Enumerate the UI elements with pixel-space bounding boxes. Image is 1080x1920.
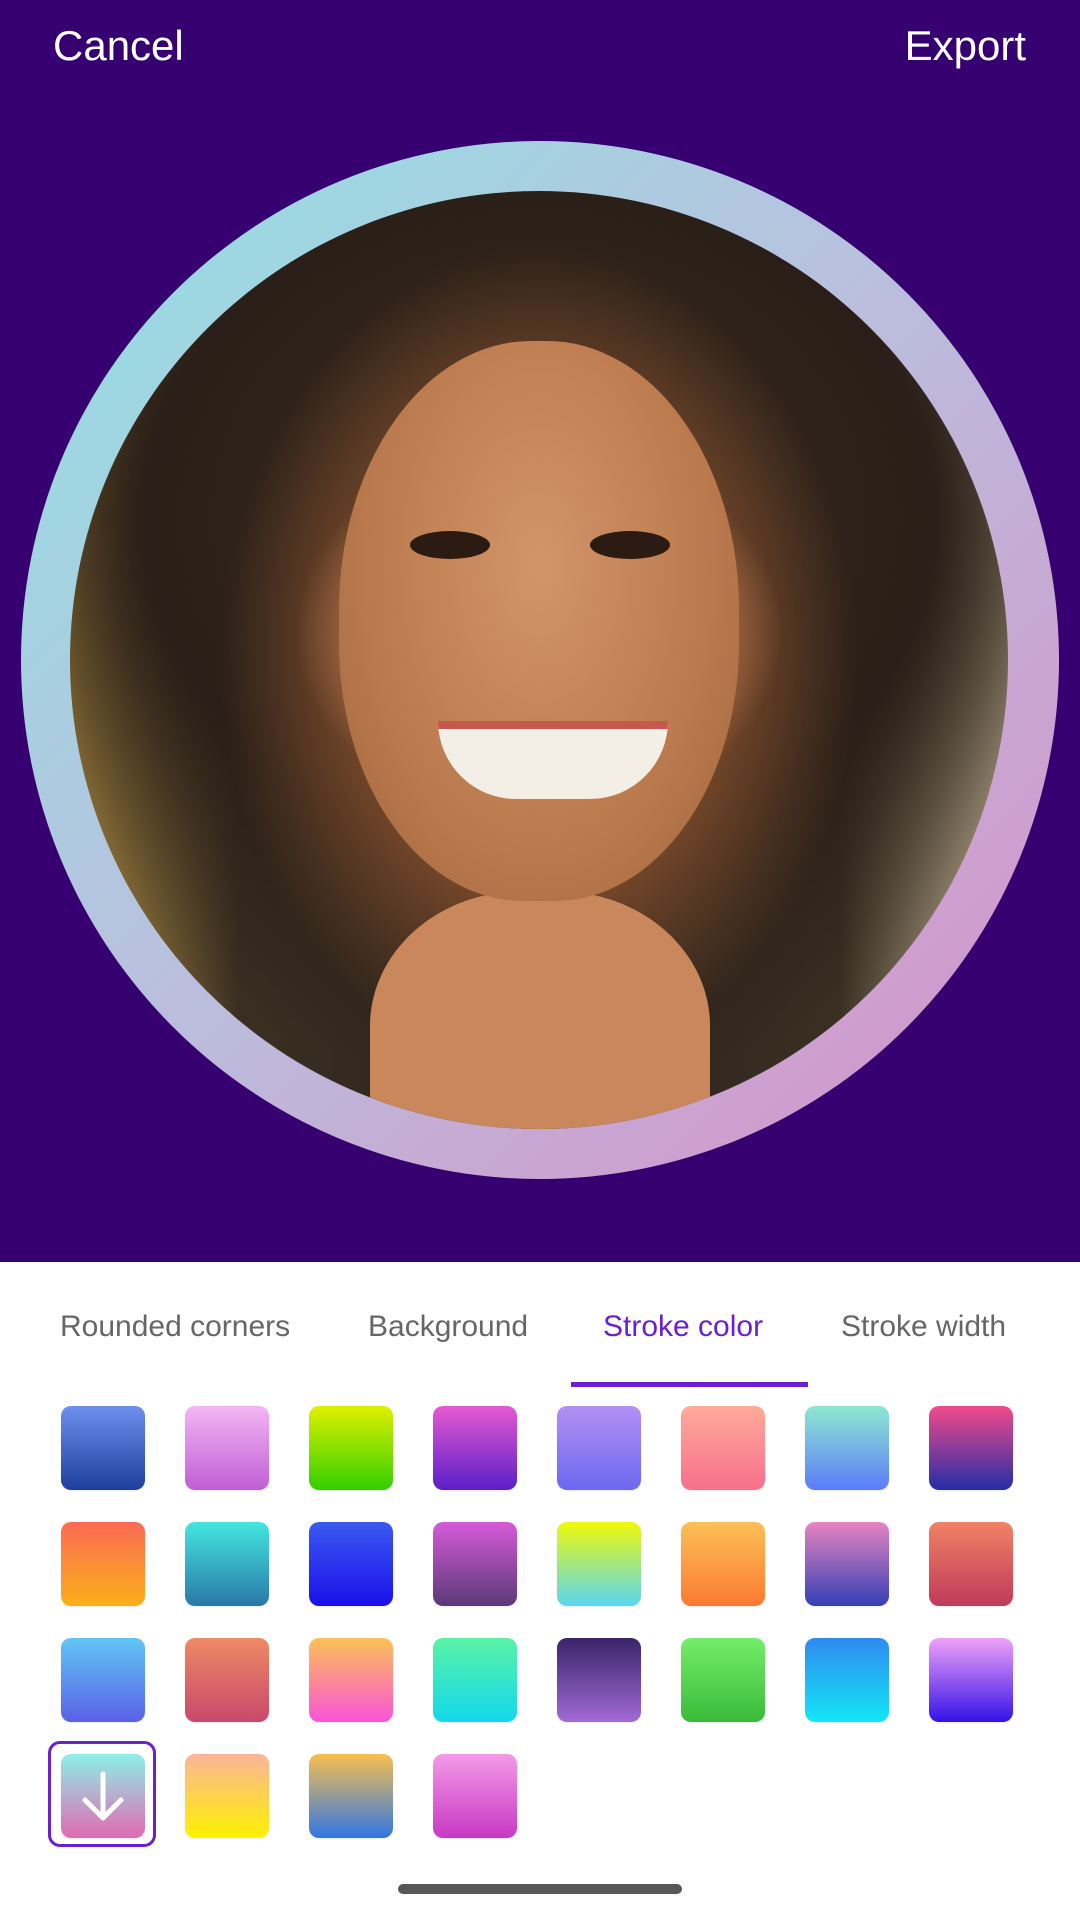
color-swatch[interactable] <box>805 1406 889 1490</box>
tab-background[interactable]: Background <box>368 1310 528 1344</box>
home-indicator[interactable] <box>398 1884 682 1894</box>
color-swatch[interactable] <box>185 1754 269 1838</box>
color-swatch[interactable] <box>309 1522 393 1606</box>
tab-rounded-corners[interactable]: Rounded corners <box>60 1310 290 1344</box>
photo-right-eye <box>590 531 670 559</box>
color-swatch[interactable] <box>185 1638 269 1722</box>
active-tab-indicator <box>571 1382 808 1387</box>
selected-swatch-outline <box>48 1741 156 1847</box>
image-editor-canvas: Cancel Export <box>0 0 1080 1262</box>
color-swatch[interactable] <box>805 1522 889 1606</box>
color-swatch[interactable] <box>681 1522 765 1606</box>
color-swatch[interactable] <box>929 1522 1013 1606</box>
color-swatch[interactable] <box>557 1406 641 1490</box>
color-swatch[interactable] <box>309 1406 393 1490</box>
color-swatch[interactable] <box>433 1754 517 1838</box>
color-swatch[interactable] <box>681 1406 765 1490</box>
color-swatch[interactable] <box>309 1754 393 1838</box>
editor-tabs: Rounded corners Background Stroke color … <box>0 1262 1080 1388</box>
photo-left-eye <box>410 531 490 559</box>
color-swatch[interactable] <box>557 1522 641 1606</box>
color-swatch[interactable] <box>433 1522 517 1606</box>
color-swatch[interactable] <box>805 1638 889 1722</box>
color-swatch[interactable] <box>929 1638 1013 1722</box>
tab-stroke-color[interactable]: Stroke color <box>603 1310 763 1344</box>
photo-neck <box>370 891 710 1129</box>
photo-face <box>339 341 739 901</box>
color-swatch[interactable] <box>61 1522 145 1606</box>
color-swatch[interactable] <box>681 1638 765 1722</box>
color-swatch[interactable] <box>185 1406 269 1490</box>
color-swatch[interactable] <box>61 1638 145 1722</box>
tab-stroke-width[interactable]: Stroke width <box>841 1310 1006 1344</box>
cancel-button[interactable]: Cancel <box>53 22 184 70</box>
color-swatch[interactable] <box>433 1638 517 1722</box>
color-swatch[interactable] <box>557 1638 641 1722</box>
color-swatch[interactable] <box>61 1406 145 1490</box>
profile-photo[interactable] <box>70 191 1008 1129</box>
color-swatch[interactable] <box>929 1406 1013 1490</box>
color-swatch[interactable] <box>309 1638 393 1722</box>
color-swatch[interactable] <box>185 1522 269 1606</box>
color-swatch[interactable] <box>433 1406 517 1490</box>
export-button[interactable]: Export <box>905 22 1026 70</box>
